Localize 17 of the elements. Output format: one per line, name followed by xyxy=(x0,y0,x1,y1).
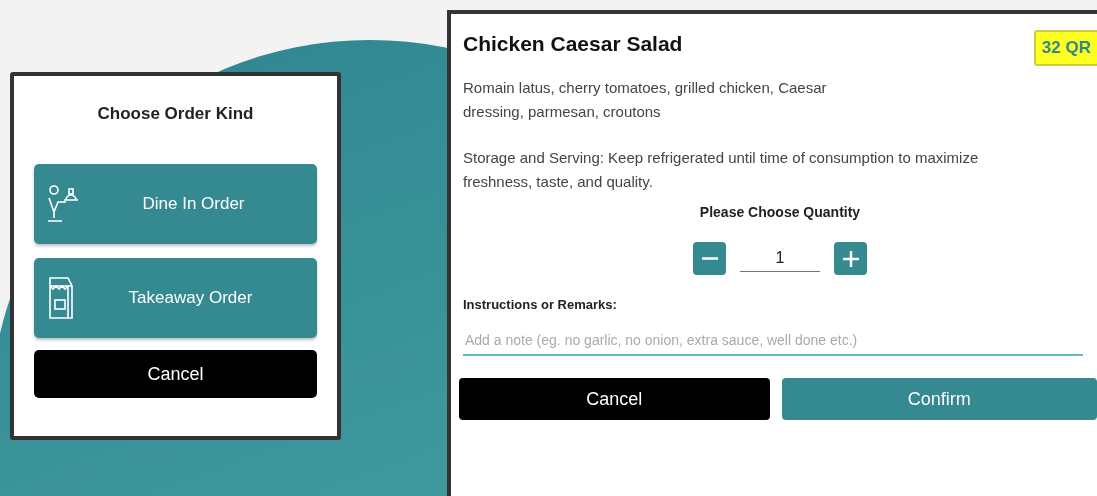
order-kind-button[interactable]: Dine In Order xyxy=(34,164,317,244)
cancel-button[interactable]: Cancel xyxy=(34,350,317,398)
dialog-title: Choose Order Kind xyxy=(96,104,255,124)
price-tag: 32 QR xyxy=(1033,30,1097,66)
order-kind-button[interactable]: Takeaway Order xyxy=(34,258,317,338)
decrease-button[interactable] xyxy=(693,242,726,275)
storage-note: Storage and Serving: Keep refrigerated until time of consumption to maximize freshness, taste, and quality. xyxy=(463,148,980,192)
remarks-label: Instructions or Remarks: xyxy=(463,297,618,312)
bag-icon xyxy=(46,276,76,320)
increase-button[interactable] xyxy=(834,242,867,275)
item-title: Chicken Caesar Salad xyxy=(463,32,683,56)
quantity-label: Please Choose Quantity xyxy=(698,204,862,220)
plus-icon xyxy=(840,248,861,269)
minus-icon xyxy=(701,257,718,260)
cancel-button[interactable]: Cancel xyxy=(459,378,770,420)
item-description: Romain latus, cherry tomatoes, grilled chicken, Caesar dressing, parmesan, croutons xyxy=(463,78,828,122)
confirm-button[interactable]: Confirm xyxy=(781,378,1097,420)
